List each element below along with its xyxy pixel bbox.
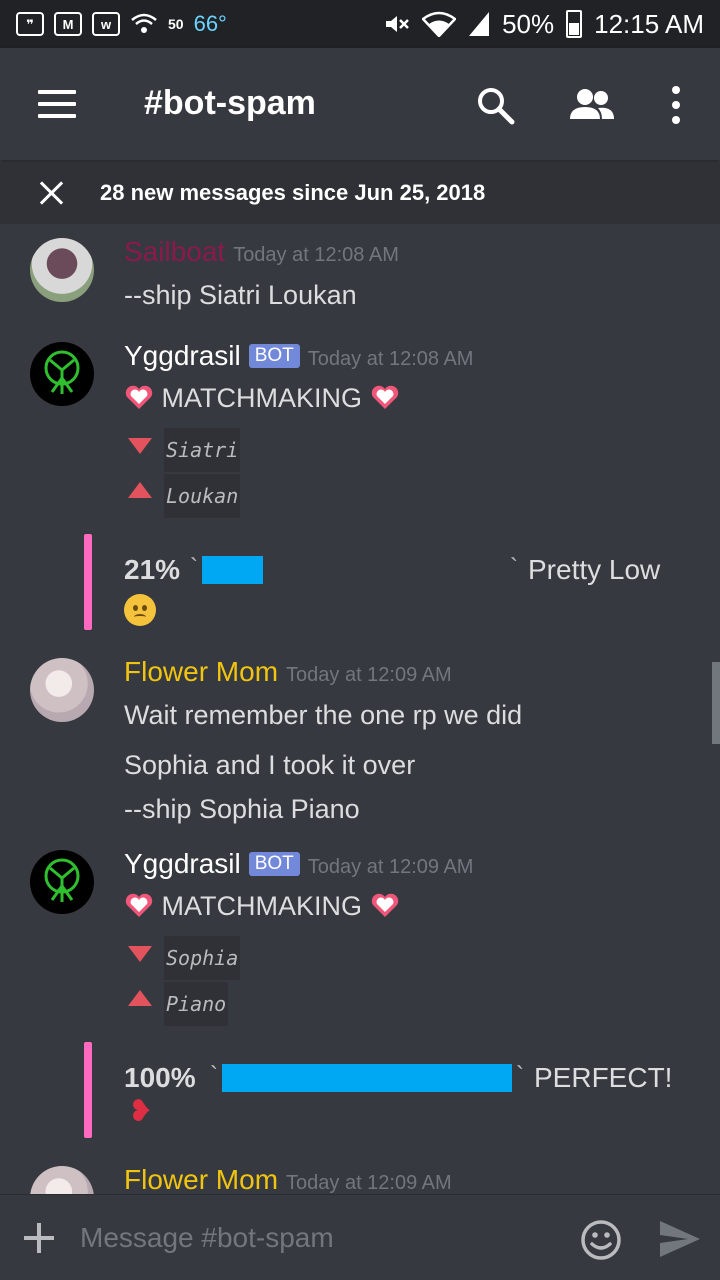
author-name[interactable]: Yggdrasil bbox=[124, 340, 241, 371]
embed-accent-bar bbox=[84, 1042, 92, 1138]
timestamp: Today at 12:09 AM bbox=[286, 1172, 452, 1194]
heart-icon bbox=[371, 893, 398, 917]
mute-icon bbox=[382, 12, 410, 36]
heart-icon bbox=[125, 385, 153, 409]
avatar[interactable] bbox=[30, 342, 94, 406]
message-text: Sophia and I took it over bbox=[124, 750, 416, 780]
send-icon[interactable] bbox=[658, 1219, 702, 1264]
timestamp: Today at 12:08 AM bbox=[307, 348, 474, 370]
members-icon[interactable] bbox=[568, 88, 616, 125]
match-bar bbox=[202, 556, 263, 584]
message-header: Yggdrasil BOT Today at 12:09 AM bbox=[124, 848, 473, 880]
timestamp: Today at 12:09 AM bbox=[307, 856, 474, 878]
author-name[interactable]: Sailboat bbox=[124, 236, 225, 267]
heart-icon bbox=[125, 893, 153, 917]
menu-icon[interactable] bbox=[38, 90, 76, 118]
message-input[interactable] bbox=[80, 1215, 560, 1261]
temperature: 66° bbox=[193, 11, 227, 36]
clock: 12:15 AM bbox=[594, 8, 704, 39]
avatar[interactable] bbox=[30, 658, 94, 722]
search-icon[interactable] bbox=[476, 86, 516, 131]
tree-icon bbox=[44, 858, 80, 902]
new-messages-bar[interactable]: 28 new messages since Jun 25, 2018 bbox=[0, 162, 720, 224]
match-name-up: Piano bbox=[164, 982, 229, 1026]
close-icon[interactable] bbox=[38, 180, 64, 206]
heart-icon bbox=[371, 385, 398, 409]
weather-small: 50 bbox=[168, 16, 184, 32]
triangle-down-icon bbox=[128, 438, 152, 454]
matchmaking-title-row: MATCHMAKING bbox=[124, 382, 400, 414]
avatar[interactable] bbox=[30, 1166, 94, 1194]
hangouts-icon: ❞ bbox=[16, 12, 44, 36]
author-name[interactable]: Flower Mom bbox=[124, 656, 278, 687]
matchmaking-title-row: MATCHMAKING bbox=[124, 890, 400, 922]
message-text: --ship Siatri Loukan bbox=[124, 280, 357, 310]
message-header: Flower Mom Today at 12:09 AM bbox=[124, 656, 452, 688]
scrollbar[interactable] bbox=[712, 662, 720, 744]
bot-badge: BOT bbox=[248, 852, 300, 876]
embed-accent-bar bbox=[84, 534, 92, 630]
message-text: Wait remember the one rp we did bbox=[124, 700, 523, 730]
match-name-up: Loukan bbox=[164, 474, 241, 518]
bar-tick-left: ` bbox=[190, 554, 198, 581]
channel-title[interactable]: #bot-spam bbox=[144, 84, 316, 123]
gmail-icon: M bbox=[54, 12, 82, 36]
status-bar: ❞ M w 50 66° 50% 12:15 AM bbox=[0, 0, 720, 48]
match-rating: PERFECT! bbox=[534, 1062, 673, 1093]
matchmaking-title: MATCHMAKING bbox=[161, 891, 363, 921]
match-percent: 100% bbox=[124, 1062, 196, 1093]
message-header: Flower Mom Today at 12:09 AM bbox=[124, 1164, 452, 1194]
timestamp: Today at 12:09 AM bbox=[286, 664, 452, 686]
message-header: Sailboat Today at 12:08 AM bbox=[124, 236, 399, 268]
add-attachment-icon[interactable] bbox=[24, 1223, 54, 1253]
match-rating: Pretty Low bbox=[528, 554, 661, 585]
timestamp: Today at 12:08 AM bbox=[233, 244, 399, 266]
triangle-down-icon bbox=[128, 946, 152, 962]
avatar[interactable] bbox=[30, 850, 94, 914]
message-list[interactable]: Sailboat Today at 12:08 AM --ship Siatri … bbox=[0, 224, 720, 1194]
avatar[interactable] bbox=[30, 238, 94, 302]
bar-tick-right: ` bbox=[516, 1062, 524, 1089]
new-messages-text: 28 new messages since Jun 25, 2018 bbox=[100, 180, 486, 205]
bar-tick-right: ` bbox=[510, 554, 518, 581]
wifi-icon bbox=[422, 11, 457, 37]
message-composer bbox=[0, 1194, 720, 1280]
frowning-face-icon bbox=[124, 594, 156, 626]
more-options-icon[interactable] bbox=[668, 86, 684, 124]
match-percent: 21% bbox=[124, 554, 181, 585]
matchmaking-title: MATCHMAKING bbox=[161, 383, 363, 413]
tree-icon bbox=[44, 350, 80, 394]
battery-percent: 50% bbox=[502, 8, 555, 39]
app-bar: #bot-spam bbox=[0, 48, 720, 160]
match-name-down: Sophia bbox=[164, 936, 241, 980]
triangle-up-icon bbox=[128, 990, 152, 1006]
bar-tick-left: ` bbox=[210, 1062, 218, 1089]
emoji-icon[interactable] bbox=[580, 1219, 622, 1266]
bot-badge: BOT bbox=[248, 344, 300, 368]
wifi-call-icon bbox=[130, 12, 158, 36]
red-heart-icon: ❥ bbox=[128, 1095, 154, 1128]
wattpad-icon: w bbox=[92, 12, 120, 36]
match-name-down: Siatri bbox=[164, 428, 241, 472]
message-header: Yggdrasil BOT Today at 12:08 AM bbox=[124, 340, 473, 372]
signal-icon bbox=[468, 11, 490, 37]
author-name[interactable]: Yggdrasil bbox=[124, 848, 241, 879]
triangle-up-icon bbox=[128, 482, 152, 498]
battery-icon bbox=[566, 10, 583, 38]
match-bar bbox=[222, 1064, 512, 1092]
author-name[interactable]: Flower Mom bbox=[124, 1164, 278, 1194]
message-text: --ship Sophia Piano bbox=[124, 794, 360, 824]
